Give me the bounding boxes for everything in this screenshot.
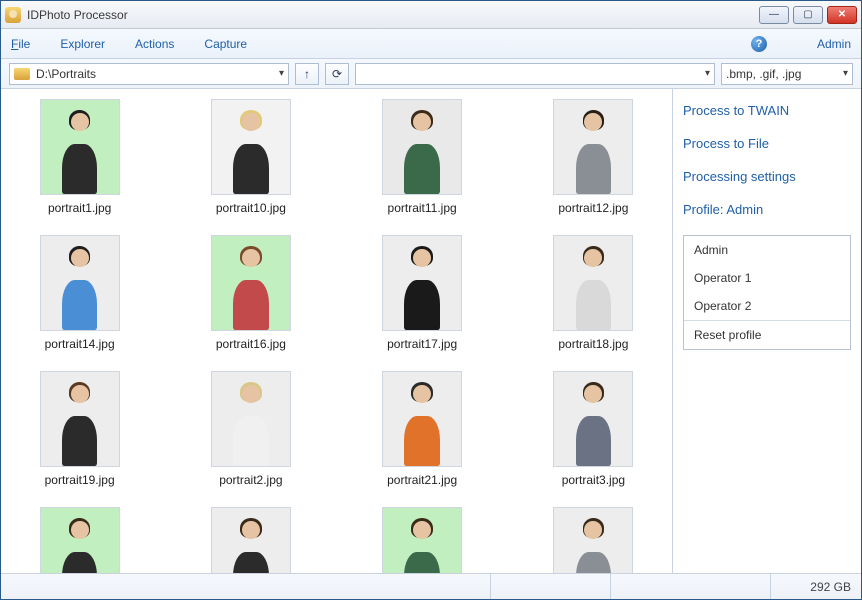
status-seg	[611, 574, 771, 599]
minimize-button[interactable]: —	[759, 6, 789, 24]
thumb-image	[382, 235, 462, 331]
thumb-filename: portrait19.jpg	[45, 473, 115, 487]
thumb-item[interactable]: portrait18.jpg	[523, 235, 664, 351]
thumb-image	[553, 371, 633, 467]
thumb-image	[211, 371, 291, 467]
thumb-image	[553, 507, 633, 573]
thumb-item[interactable]: portrait19.jpg	[9, 371, 150, 487]
menu-actions[interactable]: Actions	[135, 37, 174, 51]
menu-admin[interactable]: Admin	[817, 37, 851, 51]
profile-list: Admin Operator 1 Operator 2 Reset profil…	[683, 235, 851, 350]
chevron-down-icon: ▾	[843, 68, 848, 79]
thumb-filename: portrait17.jpg	[387, 337, 457, 351]
processing-settings-link[interactable]: Processing settings	[683, 169, 851, 184]
thumb-filename: portrait12.jpg	[558, 201, 628, 215]
thumb-item[interactable]: portrait12.jpg	[523, 99, 664, 215]
menu-file[interactable]: File	[11, 37, 30, 51]
thumb-image	[211, 507, 291, 573]
thumb-item[interactable]: portrait17.jpg	[352, 235, 493, 351]
help-icon[interactable]: ?	[751, 36, 767, 52]
window-buttons: — ▢ ✕	[759, 6, 857, 24]
close-button[interactable]: ✕	[827, 6, 857, 24]
search-dropdown[interactable]: ▾	[355, 63, 715, 85]
thumb-grid: portrait1.jpg portrait10.jpg portrait11.…	[9, 99, 664, 573]
thumb-item[interactable]: portrait11.jpg	[352, 99, 493, 215]
thumb-filename: portrait1.jpg	[48, 201, 111, 215]
process-file-link[interactable]: Process to File	[683, 136, 851, 151]
sidebar: Process to TWAIN Process to File Process…	[673, 89, 861, 573]
app-window: IDPhoto Processor — ▢ ✕ File Explorer Ac…	[0, 0, 862, 600]
app-icon	[5, 7, 21, 23]
thumb-filename: portrait16.jpg	[216, 337, 286, 351]
window-title: IDPhoto Processor	[27, 8, 759, 22]
gallery[interactable]: portrait1.jpg portrait10.jpg portrait11.…	[1, 89, 672, 573]
thumb-item[interactable]: portrait7.jpg	[523, 507, 664, 573]
body: portrait1.jpg portrait10.jpg portrait11.…	[1, 89, 861, 573]
thumb-image	[211, 99, 291, 195]
thumb-image	[40, 507, 120, 573]
status-seg	[1, 574, 491, 599]
thumb-image	[553, 235, 633, 331]
thumb-filename: portrait14.jpg	[45, 337, 115, 351]
thumb-image	[553, 99, 633, 195]
thumb-item[interactable]: portrait6.jpg	[352, 507, 493, 573]
filter-dropdown[interactable]: .bmp, .gif, .jpg ▾	[721, 63, 853, 85]
filter-value: .bmp, .gif, .jpg	[726, 67, 839, 81]
status-seg	[491, 574, 611, 599]
menu-explorer[interactable]: Explorer	[60, 37, 105, 51]
status-disk: 292 GB	[771, 574, 861, 599]
thumb-item[interactable]: portrait2.jpg	[180, 371, 321, 487]
thumb-filename: portrait2.jpg	[219, 473, 282, 487]
profile-item[interactable]: Operator 2	[684, 292, 850, 320]
thumb-item[interactable]: portrait14.jpg	[9, 235, 150, 351]
thumb-item[interactable]: portrait10.jpg	[180, 99, 321, 215]
thumb-item[interactable]: portrait3.jpg	[523, 371, 664, 487]
reset-profile-item[interactable]: Reset profile	[684, 320, 850, 349]
thumb-filename: portrait18.jpg	[558, 337, 628, 351]
titlebar: IDPhoto Processor — ▢ ✕	[1, 1, 861, 29]
thumb-item[interactable]: portrait1.jpg	[9, 99, 150, 215]
thumb-item[interactable]: portrait4.jpg	[9, 507, 150, 573]
maximize-button[interactable]: ▢	[793, 6, 823, 24]
refresh-button[interactable]: ⟳	[325, 63, 349, 85]
statusbar: 292 GB	[1, 573, 861, 599]
chevron-down-icon: ▾	[705, 68, 710, 79]
menubar: File Explorer Actions Capture ? Admin	[1, 29, 861, 59]
thumb-image	[211, 235, 291, 331]
thumb-filename: portrait11.jpg	[388, 201, 457, 215]
thumb-item[interactable]: portrait5.jpg	[180, 507, 321, 573]
profile-item[interactable]: Operator 1	[684, 264, 850, 292]
menu-capture[interactable]: Capture	[204, 37, 247, 51]
profile-item[interactable]: Admin	[684, 236, 850, 264]
process-twain-link[interactable]: Process to TWAIN	[683, 103, 851, 118]
thumb-filename: portrait3.jpg	[562, 473, 625, 487]
folder-icon	[14, 68, 30, 80]
thumb-item[interactable]: portrait16.jpg	[180, 235, 321, 351]
gallery-container: portrait1.jpg portrait10.jpg portrait11.…	[1, 89, 673, 573]
up-button[interactable]: ↑	[295, 63, 319, 85]
path-dropdown[interactable]: D:\Portraits ▾	[9, 63, 289, 85]
thumb-image	[40, 371, 120, 467]
path-value: D:\Portraits	[36, 67, 275, 81]
chevron-down-icon: ▾	[279, 68, 284, 79]
thumb-image	[382, 99, 462, 195]
toolbar: D:\Portraits ▾ ↑ ⟳ ▾ .bmp, .gif, .jpg ▾	[1, 59, 861, 89]
thumb-image	[382, 507, 462, 573]
thumb-filename: portrait10.jpg	[216, 201, 286, 215]
profile-label[interactable]: Profile: Admin	[683, 202, 851, 217]
thumb-image	[382, 371, 462, 467]
thumb-filename: portrait21.jpg	[387, 473, 457, 487]
thumb-image	[40, 99, 120, 195]
thumb-image	[40, 235, 120, 331]
thumb-item[interactable]: portrait21.jpg	[352, 371, 493, 487]
